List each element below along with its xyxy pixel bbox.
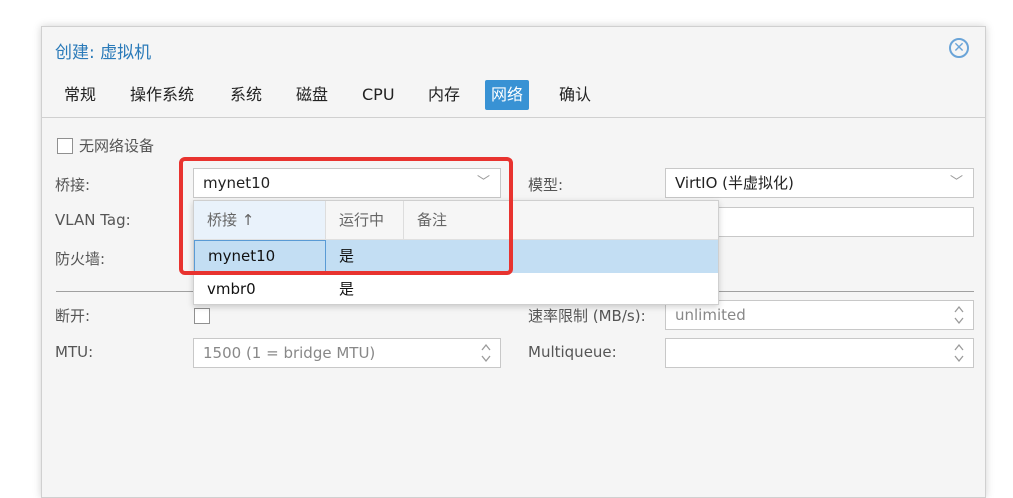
column-header-bridge[interactable]: 桥接 ↑: [194, 201, 326, 239]
spinner-icon[interactable]: [953, 342, 965, 364]
bridge-select-value: mynet10: [203, 174, 271, 192]
tab-confirm[interactable]: 确认: [553, 80, 597, 110]
tab-bar: 常规 操作系统 系统 磁盘 CPU 内存 网络 确认: [42, 75, 985, 118]
tab-system[interactable]: 系统: [224, 80, 268, 110]
tab-network[interactable]: 网络: [485, 80, 530, 110]
firewall-label: 防火墙:: [55, 250, 106, 268]
rate-limit-label: 速率限制 (MB/s):: [528, 307, 646, 325]
model-select[interactable]: VirtIO (半虚拟化) ﹀: [665, 168, 974, 198]
no-network-checkbox[interactable]: [57, 138, 73, 154]
multiqueue-label: Multiqueue:: [528, 343, 617, 361]
model-label: 模型:: [528, 176, 564, 194]
chevron-down-icon[interactable]: ﹀: [477, 169, 490, 197]
bridge-select[interactable]: mynet10 ﹀: [193, 168, 501, 198]
bridge-label: 桥接:: [55, 176, 91, 194]
row-active-status: 是: [339, 247, 355, 265]
spinner-icon[interactable]: [480, 342, 492, 364]
row-bridge-name: mynet10: [194, 240, 326, 273]
dropdown-header: 桥接 ↑ 运行中 备注: [194, 201, 718, 240]
vlan-tag-label: VLAN Tag:: [55, 211, 131, 229]
dialog-title: 创建: 虚拟机: [55, 43, 152, 63]
model-select-value: VirtIO (半虚拟化): [675, 174, 794, 192]
mtu-placeholder: 1500 (1 = bridge MTU): [203, 344, 376, 362]
row-comment: [404, 240, 504, 273]
close-icon[interactable]: ✕: [949, 38, 969, 58]
bridge-dropdown-list: 桥接 ↑ 运行中 备注 mynet10 是 vmbr0 是: [193, 200, 719, 305]
row-active-status: 是: [339, 280, 355, 298]
multiqueue-input[interactable]: [665, 338, 974, 368]
tab-disk[interactable]: 磁盘: [290, 80, 334, 110]
no-network-label: 无网络设备: [79, 137, 155, 155]
column-header-active[interactable]: 运行中: [326, 201, 404, 239]
spinner-icon[interactable]: [953, 304, 965, 326]
tab-cpu[interactable]: CPU: [356, 80, 401, 110]
mtu-label: MTU:: [55, 343, 94, 361]
row-bridge-name: vmbr0: [207, 280, 256, 298]
tab-general[interactable]: 常规: [58, 80, 102, 110]
rate-limit-placeholder: unlimited: [675, 306, 746, 324]
disconnect-checkbox[interactable]: [194, 308, 210, 324]
mtu-input[interactable]: 1500 (1 = bridge MTU): [193, 338, 501, 368]
tab-os[interactable]: 操作系统: [124, 80, 200, 110]
column-header-comment[interactable]: 备注: [404, 201, 504, 239]
tab-memory[interactable]: 内存: [422, 80, 466, 110]
dropdown-row[interactable]: mynet10 是: [194, 240, 718, 273]
chevron-down-icon[interactable]: ﹀: [950, 169, 963, 197]
disconnect-label: 断开:: [55, 307, 91, 325]
row-comment: [404, 273, 504, 306]
dropdown-row[interactable]: vmbr0 是: [194, 273, 718, 306]
